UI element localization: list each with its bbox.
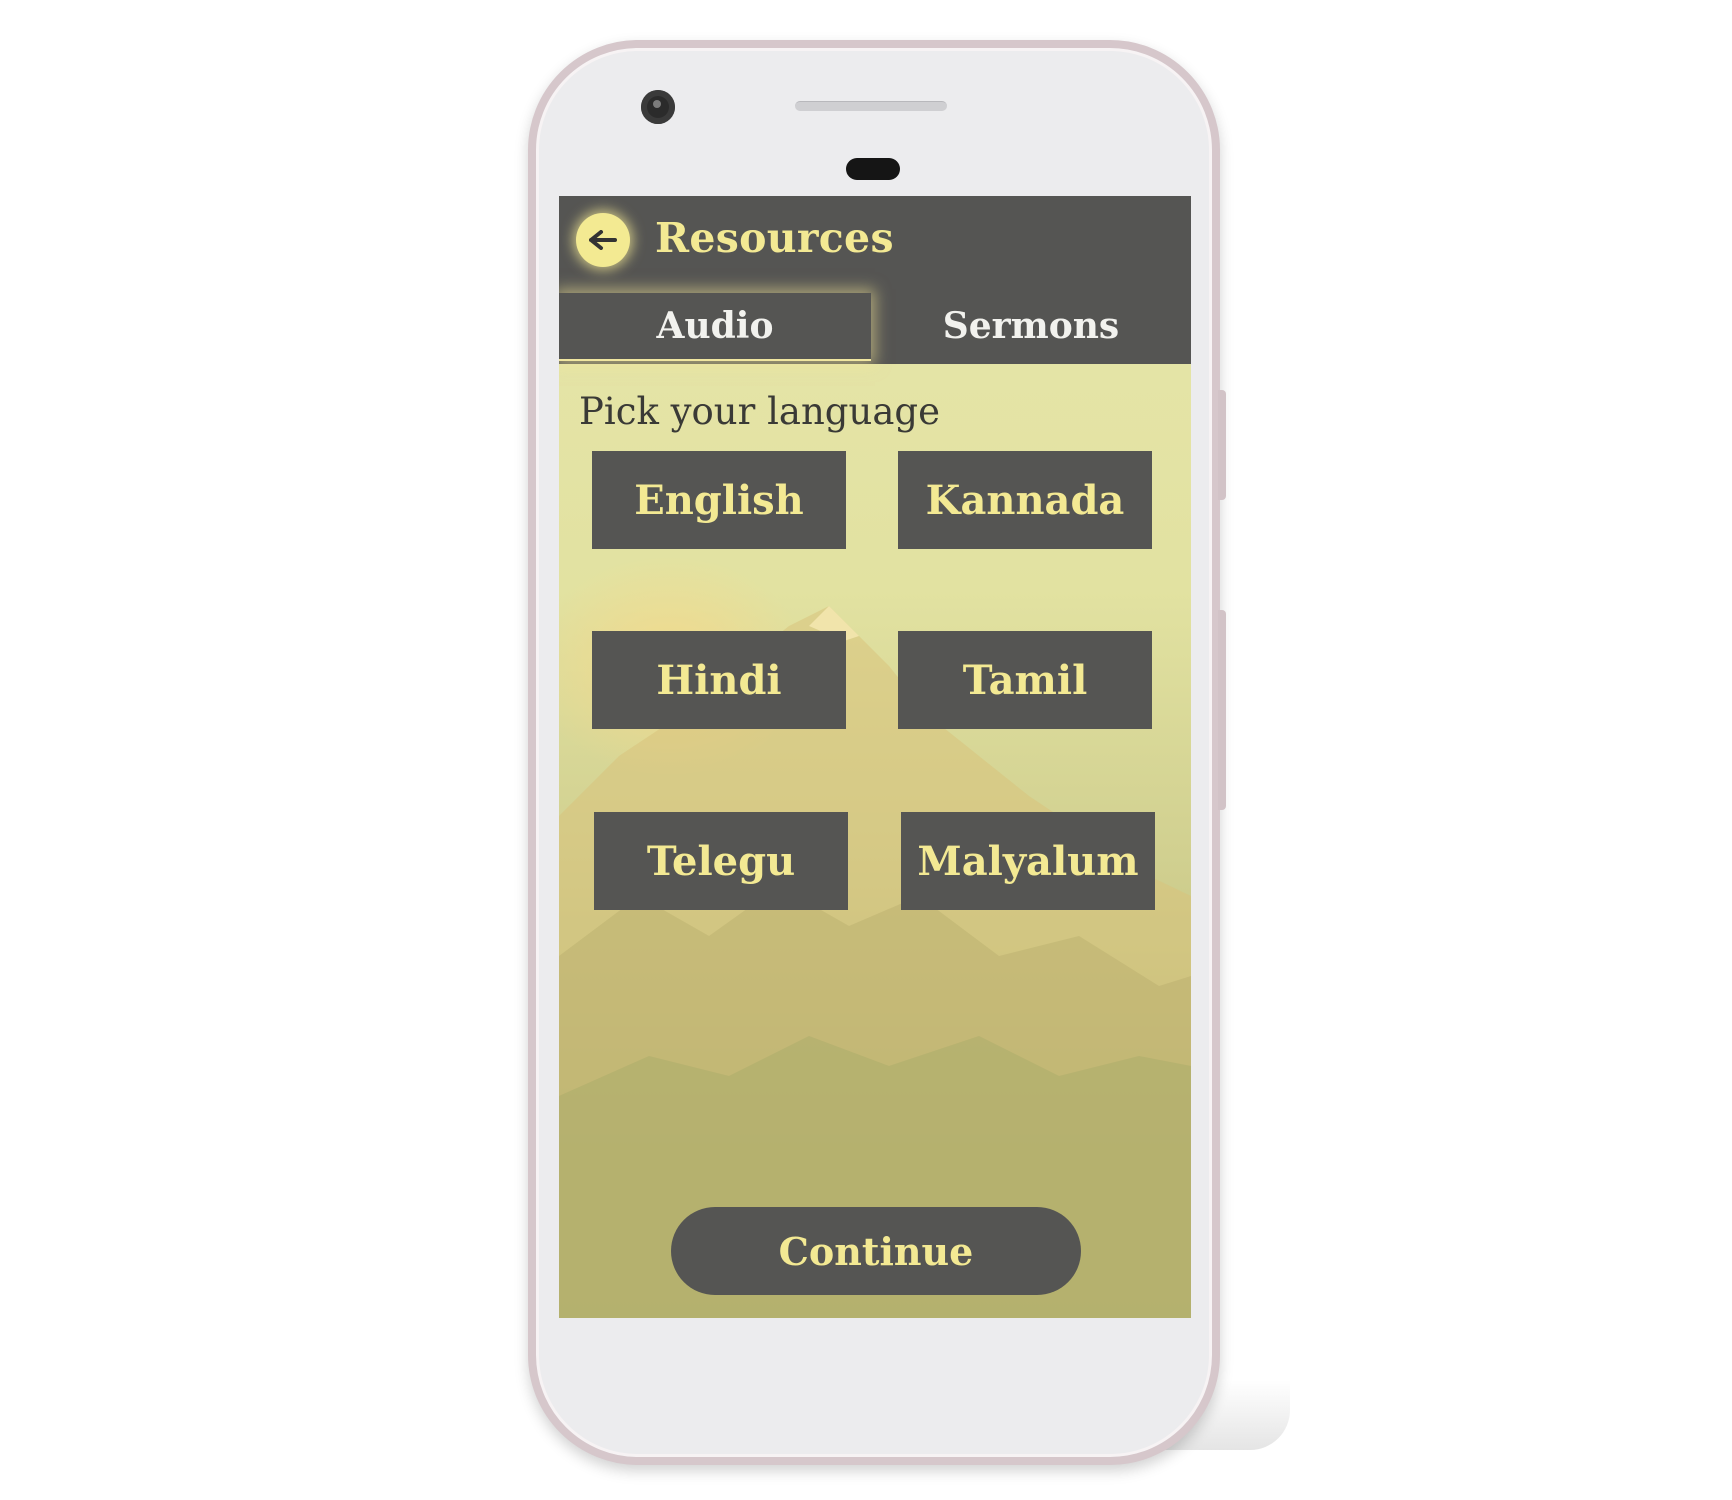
language-button-label: Kannada [925, 476, 1125, 524]
phone-volume-button [1218, 390, 1226, 500]
language-prompt: Pick your language [579, 390, 940, 433]
language-button-malyalum[interactable]: Malyalum [901, 812, 1155, 910]
tab-sermons-label: Sermons [942, 305, 1120, 347]
back-button[interactable] [576, 213, 630, 267]
tab-sermons[interactable]: Sermons [875, 293, 1187, 359]
continue-button-label: Continue [778, 1228, 974, 1274]
language-button-hindi[interactable]: Hindi [592, 631, 846, 729]
continue-button[interactable]: Continue [671, 1207, 1081, 1295]
language-button-telegu[interactable]: Telegu [594, 812, 848, 910]
language-button-label: English [634, 476, 804, 524]
front-camera-icon [641, 90, 675, 124]
mountain-background [559, 556, 1191, 1318]
page-title: Resources [655, 214, 894, 262]
language-button-label: Hindi [656, 656, 782, 704]
language-button-label: Telegu [646, 837, 796, 885]
arrow-left-icon [589, 230, 617, 250]
stage: Resources Audio Sermons Pick your langua… [0, 0, 1732, 1500]
tab-audio[interactable]: Audio [559, 293, 871, 361]
earpiece-speaker [795, 101, 947, 111]
language-button-tamil[interactable]: Tamil [898, 631, 1152, 729]
phone-power-button [1218, 610, 1226, 810]
app-screen: Resources Audio Sermons Pick your langua… [559, 196, 1191, 1318]
proximity-sensor [846, 158, 900, 180]
language-button-label: Tamil [962, 656, 1088, 704]
language-button-english[interactable]: English [592, 451, 846, 549]
tab-audio-label: Audio [656, 305, 774, 347]
language-button-kannada[interactable]: Kannada [898, 451, 1152, 549]
language-button-label: Malyalum [917, 837, 1139, 885]
app-header: Resources Audio Sermons [559, 196, 1191, 364]
